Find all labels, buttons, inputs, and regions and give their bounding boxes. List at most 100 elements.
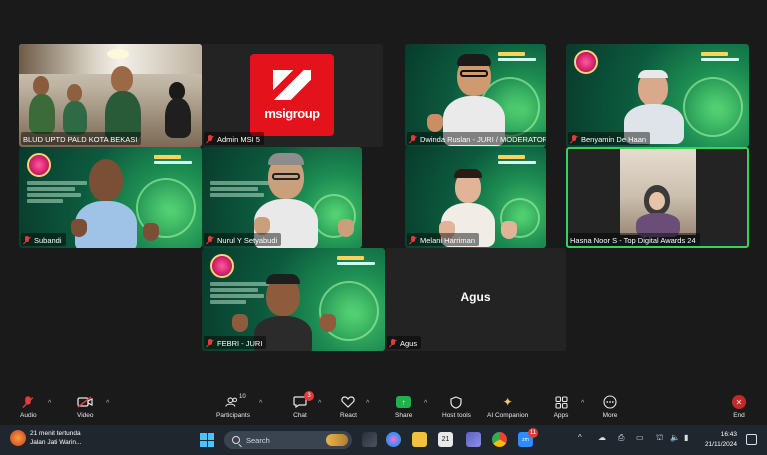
task-view-icon[interactable] (362, 432, 377, 447)
react-options-caret-icon[interactable]: ^ (366, 400, 369, 407)
sponsor-brand (154, 155, 192, 165)
teams-icon[interactable] (466, 432, 481, 447)
weather-widget[interactable]: 21 menit tertunda Jalan Jati Warin... (10, 429, 81, 447)
video-options-caret-icon[interactable]: ^ (106, 400, 109, 407)
mic-muted-icon (206, 235, 214, 245)
mic-muted-icon (409, 235, 417, 245)
name-tag: Benyamin De Haan (568, 132, 651, 145)
video-tile-nurul[interactable]: Nurul Y Setyabudi (202, 147, 362, 248)
battery-status-icon[interactable]: ▮ (684, 433, 688, 442)
system-clock[interactable]: 16:43 21/11/2024 (705, 430, 737, 450)
weather-icon (10, 430, 26, 446)
more-dots-icon (602, 395, 618, 409)
award-badge-icon (27, 153, 51, 177)
video-tile-subandi[interactable]: Subandi (19, 147, 202, 248)
video-tile-agus[interactable]: Agus Agus (385, 248, 566, 351)
printer-icon[interactable]: ⎙ (618, 433, 624, 443)
audio-options-caret-icon[interactable]: ^ (48, 400, 51, 407)
wifi-icon[interactable]: ⛫ (656, 433, 663, 443)
battery-icon[interactable]: ▭ (636, 433, 644, 442)
search-highlight-image (326, 434, 348, 446)
copilot-icon[interactable] (386, 432, 401, 447)
mic-muted-icon (570, 134, 578, 144)
video-gallery: BLUD UPTD PALD KOTA BEKASI msigroup Admi… (0, 0, 767, 392)
event-text-graphic (27, 181, 87, 205)
apps-grid-icon (553, 395, 569, 409)
sponsor-brand (701, 52, 739, 62)
video-tile-benyamin[interactable]: Benyamin De Haan (566, 44, 749, 147)
participants-options-caret-icon[interactable]: ^ (259, 400, 262, 407)
video-tile-melani[interactable]: Melani Harriman (405, 147, 546, 248)
mic-muted-icon (409, 134, 417, 144)
chat-options-caret-icon[interactable]: ^ (318, 400, 321, 407)
globe-graphic-icon (319, 281, 379, 341)
event-text-graphic (210, 282, 270, 306)
end-call-icon: ✕ (731, 395, 747, 409)
react-button[interactable]: React (340, 395, 357, 419)
sparkle-icon: ✦ (502, 395, 513, 409)
host-tools-button[interactable]: Host tools (442, 395, 471, 419)
video-tile-hasna-active-speaker[interactable]: Hasna Noor S - Top Digital Awards 24 (566, 147, 749, 248)
sponsor-brand (498, 52, 536, 62)
meeting-toolbar: Audio ^ Video ^ 10 Participants ^ 3 Chat… (0, 391, 767, 425)
windows-start-icon[interactable] (200, 433, 214, 447)
share-screen-icon: ↑ (396, 395, 412, 409)
chrome-icon[interactable] (492, 432, 507, 447)
ai-companion-button[interactable]: ✦ AI Companion (487, 395, 528, 419)
calendar-app-icon[interactable]: 21 (438, 432, 453, 447)
sponsor-brand (498, 155, 536, 165)
windows-taskbar: 21 menit tertunda Jalan Jati Warin... Se… (0, 425, 767, 455)
mic-muted-icon (206, 134, 214, 144)
name-tag: Nurul Y Setyabudi (204, 233, 282, 246)
video-tile-dwinda-ruslan[interactable]: Dwinda Ruslan - JURI / MODERATOR (405, 44, 546, 147)
search-icon (232, 436, 240, 444)
file-explorer-icon[interactable] (412, 432, 427, 447)
thumbs-up-hand (232, 314, 248, 332)
mic-muted-icon (20, 395, 36, 409)
name-tag: Subandi (21, 233, 66, 246)
video-off-icon (77, 395, 93, 409)
chat-unread-badge: 3 (304, 391, 314, 401)
video-tile-blud-uptd[interactable]: BLUD UPTD PALD KOTA BEKASI (19, 44, 202, 147)
name-tag: FEBRI - JURI (204, 336, 267, 349)
participants-button[interactable]: 10 Participants (216, 394, 250, 419)
onedrive-icon[interactable]: ☁ (598, 433, 606, 442)
apps-button[interactable]: Apps (553, 395, 569, 419)
name-tag: Hasna Noor S - Top Digital Awards 24 (568, 233, 700, 246)
award-badge-icon (210, 254, 234, 278)
video-tile-admin-msi[interactable]: msigroup Admin MSI 5 (202, 44, 383, 147)
tray-overflow-chevron-icon[interactable]: ^ (578, 433, 582, 442)
sponsor-brand (337, 256, 375, 266)
notification-icon[interactable] (746, 434, 757, 445)
name-tag: Agus (387, 336, 422, 349)
volume-icon[interactable]: 🔈 (670, 433, 680, 442)
end-button[interactable]: ✕ End (731, 395, 747, 419)
share-button[interactable]: ↑ Share (395, 395, 412, 419)
taskbar-search-box[interactable]: Search (224, 431, 352, 449)
chat-button[interactable]: 3 Chat (292, 391, 314, 419)
thumbs-up-hand (427, 114, 443, 132)
zoom-app-icon[interactable]: zm 11 (518, 428, 538, 447)
heart-icon (340, 395, 356, 409)
msi-logo-mark-icon (273, 69, 311, 100)
thumbs-up-hand (338, 219, 354, 237)
msigroup-logo: msigroup (250, 54, 334, 136)
globe-graphic-icon (683, 77, 743, 137)
chat-icon: 3 (292, 391, 314, 409)
audio-button[interactable]: Audio (20, 395, 37, 419)
shield-icon (448, 395, 464, 409)
camera-feed (620, 149, 696, 237)
apps-options-caret-icon[interactable]: ^ (581, 400, 584, 407)
name-tag: Dwinda Ruslan - JURI / MODERATOR (407, 132, 546, 145)
share-options-caret-icon[interactable]: ^ (424, 400, 427, 407)
thumbs-up-hand (320, 314, 336, 332)
name-tag: Admin MSI 5 (204, 132, 264, 145)
name-tag: BLUD UPTD PALD KOTA BEKASI (21, 132, 142, 145)
event-text-graphic (210, 181, 270, 199)
more-button[interactable]: More (602, 395, 618, 419)
mic-muted-icon (389, 338, 397, 348)
thumbs-up-hand (143, 223, 159, 241)
video-tile-febri[interactable]: FEBRI - JURI (202, 248, 385, 351)
video-button[interactable]: Video (77, 395, 94, 419)
thumbs-up-hand (71, 219, 87, 237)
